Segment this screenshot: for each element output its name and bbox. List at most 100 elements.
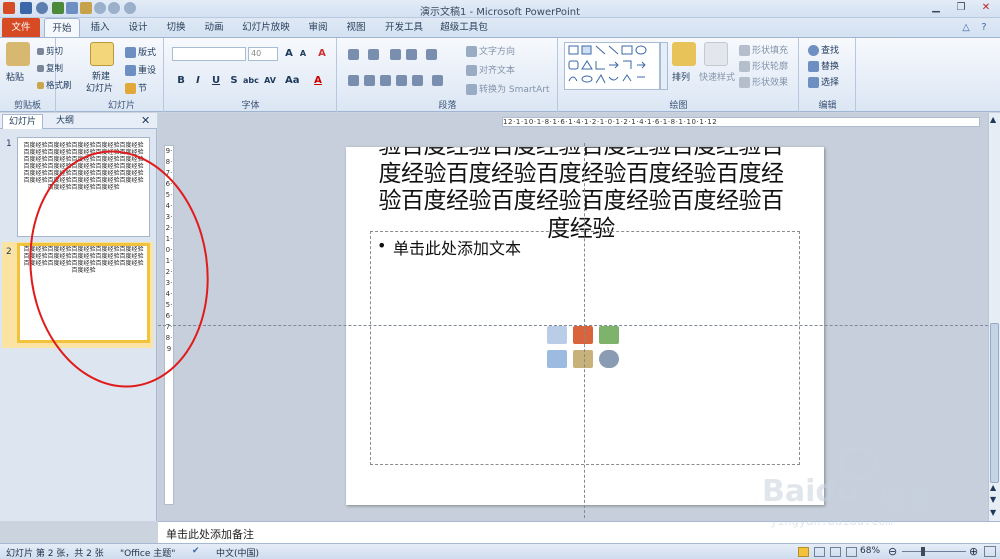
align-center-icon[interactable] xyxy=(364,75,375,86)
smartart-button[interactable]: 转换为 SmartArt xyxy=(466,82,549,95)
next-slide-icon[interactable]: ▼ xyxy=(990,495,996,504)
tab-file[interactable]: 文件 xyxy=(2,18,40,37)
insert-table-icon[interactable] xyxy=(547,326,567,344)
underline-icon[interactable]: U xyxy=(209,74,223,88)
tab-outline[interactable]: 大纲 xyxy=(50,114,80,129)
bold-icon[interactable]: B xyxy=(174,74,188,88)
format-painter-label: 格式刷 xyxy=(46,81,72,91)
zoom-out-icon[interactable]: ⊖ xyxy=(888,545,897,558)
justify-icon[interactable] xyxy=(396,75,407,86)
theme-status[interactable]: "Office 主题" xyxy=(120,546,175,559)
insert-chart-icon[interactable] xyxy=(573,326,593,344)
clear-format-icon[interactable]: A xyxy=(315,47,329,61)
tab-slideshow[interactable]: 幻灯片放映 xyxy=(238,18,294,37)
line-spacing-icon[interactable] xyxy=(426,49,437,60)
bullets-icon[interactable] xyxy=(348,49,359,60)
tab-design[interactable]: 设计 xyxy=(122,18,154,37)
zoom-in-icon[interactable]: ⊕ xyxy=(969,545,978,558)
align-text-button[interactable]: 对齐文本 xyxy=(466,63,515,76)
font-size-combo[interactable]: 40 xyxy=(248,47,278,61)
insert-clipart-icon[interactable] xyxy=(573,350,593,368)
new-slide-label-2[interactable]: 幻灯片 xyxy=(86,81,113,94)
change-case-icon[interactable]: Aa xyxy=(285,74,300,88)
layout-button[interactable]: 版式 xyxy=(125,45,156,58)
ribbon-collapse-icon[interactable]: △ xyxy=(958,18,974,37)
numbering-icon[interactable] xyxy=(368,49,379,60)
current-slide[interactable]: 验百度经验百度经验百度经验百度经验百度经验百度经验百度经验百度经验百度经验百度经… xyxy=(346,147,824,505)
align-right-icon[interactable] xyxy=(380,75,391,86)
replace-button[interactable]: 替换 xyxy=(808,59,839,72)
normal-view-icon[interactable] xyxy=(798,547,809,557)
content-placeholder[interactable]: • 单击此处添加文本 xyxy=(370,231,800,465)
arrange-icon[interactable] xyxy=(672,42,696,66)
align-left-icon[interactable] xyxy=(348,75,359,86)
zoom-slider-track[interactable] xyxy=(902,551,966,552)
slide-sorter-icon[interactable] xyxy=(814,547,825,557)
help-icon[interactable]: ? xyxy=(976,18,992,37)
tab-slides[interactable]: 幻灯片 xyxy=(2,114,44,129)
minimize-button[interactable]: ▁ xyxy=(924,0,948,16)
font-name-combo[interactable] xyxy=(172,47,246,61)
slide-title-text[interactable]: 验百度经验百度经验百度经验百度经验百度经验百度经验百度经验百度经验百度经验百度经… xyxy=(376,147,786,243)
format-painter-button[interactable]: 格式刷 xyxy=(37,79,72,91)
shape-fill-button[interactable]: 形状填充 xyxy=(739,43,788,56)
quick-styles-button[interactable]: 快速样式 xyxy=(699,70,735,83)
tab-developer[interactable]: 开发工具 xyxy=(380,18,428,37)
scroll-thumb[interactable] xyxy=(990,323,999,483)
italic-icon[interactable]: I xyxy=(191,74,205,88)
increase-indent-icon[interactable] xyxy=(406,49,417,60)
close-button[interactable]: ✕ xyxy=(974,0,998,16)
reading-view-icon[interactable] xyxy=(830,547,841,557)
slideshow-view-icon[interactable] xyxy=(846,547,857,557)
zoom-slider-thumb[interactable] xyxy=(920,547,925,556)
maximize-button[interactable]: ❐ xyxy=(949,0,973,16)
find-button[interactable]: 查找 xyxy=(808,43,839,56)
horizontal-guide[interactable] xyxy=(158,325,988,326)
tab-review[interactable]: 审阅 xyxy=(302,18,334,37)
shape-outline-button[interactable]: 形状轮廓 xyxy=(739,59,788,72)
decrease-indent-icon[interactable] xyxy=(390,49,401,60)
new-slide-icon[interactable] xyxy=(90,42,114,66)
section-button[interactable]: 节 xyxy=(125,81,147,94)
vertical-guide[interactable] xyxy=(584,143,585,518)
insert-picture-icon[interactable] xyxy=(547,350,567,368)
insert-smartart-icon[interactable] xyxy=(599,326,619,344)
prev-slide-icon[interactable]: ▲ xyxy=(990,483,996,492)
distribute-icon[interactable] xyxy=(412,75,423,86)
tab-home[interactable]: 开始 xyxy=(44,18,80,37)
shapes-gallery[interactable] xyxy=(564,42,660,90)
spacing-icon[interactable]: AV xyxy=(263,74,277,88)
strikethrough-icon[interactable]: abc xyxy=(243,74,259,88)
paste-button[interactable]: 粘贴 xyxy=(6,70,24,83)
close-pane-icon[interactable]: ✕ xyxy=(141,114,150,127)
text-direction-button[interactable]: 文字方向 xyxy=(466,44,515,57)
body-placeholder-text[interactable]: 单击此处添加文本 xyxy=(393,235,521,259)
select-button[interactable]: 选择 xyxy=(808,75,839,88)
tab-animations[interactable]: 动画 xyxy=(198,18,230,37)
tab-insert[interactable]: 插入 xyxy=(84,18,116,37)
fit-to-window-icon[interactable] xyxy=(984,546,996,557)
scroll-down-icon[interactable]: ▼ xyxy=(990,508,996,517)
scroll-up-icon[interactable]: ▲ xyxy=(990,115,996,124)
tab-transitions[interactable]: 切换 xyxy=(160,18,192,37)
shape-effects-button[interactable]: 形状效果 xyxy=(739,75,788,88)
copy-button[interactable]: 复制 xyxy=(37,62,63,74)
reset-button[interactable]: 重设 xyxy=(125,63,156,76)
shadow-icon[interactable]: S xyxy=(227,74,241,88)
shrink-font-icon[interactable]: A xyxy=(296,47,310,61)
columns-icon[interactable] xyxy=(432,75,443,86)
shapes-scroll[interactable] xyxy=(660,42,668,90)
grow-font-icon[interactable]: A xyxy=(282,47,296,61)
insert-media-icon[interactable] xyxy=(599,350,619,368)
font-color-icon[interactable]: A xyxy=(311,74,325,88)
language-status[interactable]: 中文(中国) xyxy=(216,546,259,559)
spellcheck-icon[interactable]: ✔ xyxy=(192,546,200,556)
zoom-level[interactable]: 68% xyxy=(860,546,880,556)
quick-styles-icon[interactable] xyxy=(704,42,728,66)
tab-super-toolkit[interactable]: 超级工具包 xyxy=(436,18,492,37)
cut-button[interactable]: 剪切 xyxy=(37,45,63,57)
paste-icon[interactable] xyxy=(6,42,30,66)
arrange-button[interactable]: 排列 xyxy=(672,70,690,83)
notes-placeholder[interactable]: 单击此处添加备注 xyxy=(166,526,254,542)
tab-view[interactable]: 视图 xyxy=(340,18,372,37)
